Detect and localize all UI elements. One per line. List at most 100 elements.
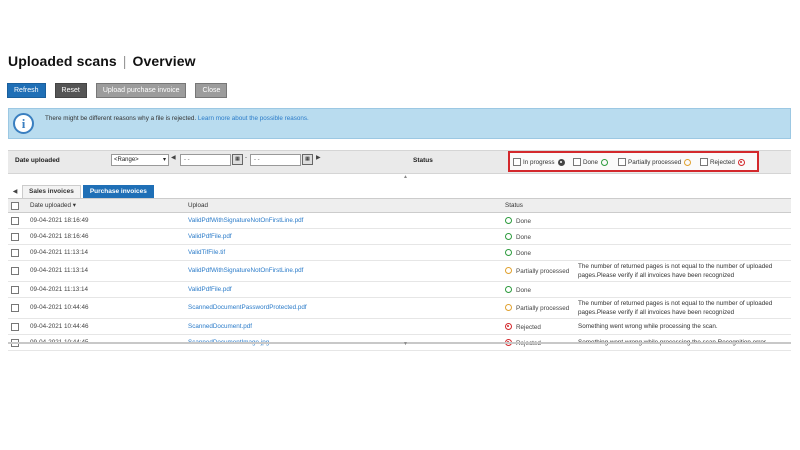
title-separator: |: [122, 53, 127, 69]
table-row[interactable]: 09-04-2021 11:13:14 ValidPdfWithSignature…: [8, 261, 791, 282]
info-text: There might be different reasons why a f…: [45, 115, 309, 122]
calendar-icon[interactable]: ▦: [232, 154, 243, 165]
table-row[interactable]: 09-04-2021 18:16:49 ValidPdfWithSignature…: [8, 213, 791, 229]
row-status-label: Done: [516, 286, 532, 294]
table-row[interactable]: 09-04-2021 18:16:46 ValidPdfFile.pdf Done: [8, 229, 791, 245]
range-select[interactable]: <Range> ▾: [111, 154, 169, 166]
checkbox[interactable]: [618, 158, 626, 166]
row-status: Done: [505, 248, 532, 257]
row-checkbox[interactable]: [11, 217, 19, 225]
row-file-link[interactable]: ValidPdfFile.pdf: [188, 286, 232, 293]
rejected-icon: [505, 322, 512, 330]
chevron-down-icon: ▾: [162, 157, 166, 163]
row-checkbox[interactable]: [11, 233, 19, 241]
next-period-icon[interactable]: ▶: [316, 154, 321, 161]
status-label: Status: [413, 157, 433, 164]
range-select-value: <Range>: [114, 157, 139, 163]
table-row[interactable]: 09-04-2021 11:13:14 ValidTifFile.tif Done: [8, 245, 791, 261]
status-filter-in-progress[interactable]: In progress: [513, 158, 565, 166]
row-status: Done: [505, 232, 532, 241]
table-row[interactable]: 09-04-2021 10:44:46 ScannedDocumentPasswo…: [8, 298, 791, 319]
row-checkbox[interactable]: [11, 267, 19, 275]
info-icon: i: [13, 113, 34, 134]
table-bottom-bar: [8, 342, 791, 344]
resize-handle-icon[interactable]: ▼: [403, 341, 408, 347]
row-checkbox[interactable]: [11, 323, 19, 331]
check-circle-icon: [505, 285, 512, 293]
date-range-dash: -: [245, 155, 247, 161]
checkbox[interactable]: [573, 158, 581, 166]
row-status: Rejected: [505, 322, 541, 331]
partial-check-icon: [505, 303, 512, 311]
row-message: Something went wrong while processing th…: [578, 323, 718, 330]
row-date: 09-04-2021 18:16:46: [30, 233, 89, 240]
row-checkbox[interactable]: [11, 304, 19, 312]
header-status[interactable]: Status: [505, 202, 523, 209]
status-filter-done[interactable]: Done: [573, 158, 609, 166]
check-circle-icon: [505, 232, 512, 240]
status-filter-partially-processed[interactable]: Partially processed: [618, 158, 692, 166]
select-all-checkbox[interactable]: [11, 202, 19, 210]
row-status-label: Partially processed: [516, 304, 570, 312]
previous-period-icon[interactable]: ◀: [171, 154, 176, 161]
row-status: Partially processed: [505, 266, 569, 275]
row-status-label: Rejected: [516, 323, 541, 331]
row-status-label: Done: [516, 249, 532, 257]
toolbar: Refresh Reset Upload purchase invoice Cl…: [7, 83, 228, 98]
learn-more-link[interactable]: Learn more about the possible reasons.: [198, 115, 309, 122]
reset-button[interactable]: Reset: [54, 83, 87, 98]
table-row[interactable]: 09-04-2021 11:13:14 ValidPdfFile.pdf Done: [8, 282, 791, 298]
close-button[interactable]: Close: [195, 83, 228, 98]
row-file-link[interactable]: ValidTifFile.tif: [188, 249, 225, 256]
row-file-link[interactable]: ScannedDocumentPasswordProtected.pdf: [188, 304, 307, 311]
page-title-sub: Overview: [132, 53, 196, 69]
check-circle-icon: [505, 216, 512, 224]
header-date-uploaded[interactable]: Date uploaded ▾: [30, 202, 76, 209]
check-circle-icon: [505, 248, 512, 256]
in-progress-icon: [557, 158, 565, 166]
row-status-label: Done: [516, 217, 532, 225]
in-progress-label: In progress: [523, 158, 555, 166]
info-message: There might be different reasons why a f…: [45, 115, 197, 122]
calendar-icon[interactable]: ▦: [302, 154, 313, 165]
tab-scroll-icon[interactable]: ◀: [8, 186, 22, 198]
upload-purchase-invoice-button[interactable]: Upload purchase invoice: [95, 83, 187, 98]
row-file-link[interactable]: ScannedDocument.pdf: [188, 323, 252, 330]
done-label: Done: [583, 158, 599, 166]
tab-sales-invoices[interactable]: Sales invoices: [22, 185, 81, 198]
rejected-label: Rejected: [710, 158, 735, 166]
row-checkbox[interactable]: [11, 286, 19, 294]
row-status: Done: [505, 285, 532, 294]
row-message: The number of returned pages is not equa…: [578, 263, 773, 279]
row-status: Done: [505, 216, 532, 225]
partial-check-icon: [505, 266, 512, 274]
checkbox[interactable]: [700, 158, 708, 166]
table-header: Date uploaded ▾ Upload Status: [8, 199, 791, 213]
row-date: 09-04-2021 11:13:14: [30, 267, 89, 274]
collapse-handle-icon[interactable]: ▲: [403, 174, 408, 180]
filter-bar: Date uploaded <Range> ▾ ◀ - - ▦ - - - ▦ …: [8, 150, 791, 174]
date-from-input[interactable]: - -: [180, 154, 231, 166]
header-upload[interactable]: Upload: [188, 202, 208, 209]
row-file-link[interactable]: ValidPdfWithSignatureNotOnFirstLine.pdf: [188, 267, 303, 274]
info-banner: i There might be different reasons why a…: [8, 108, 791, 139]
row-file-link[interactable]: ValidPdfWithSignatureNotOnFirstLine.pdf: [188, 217, 303, 224]
tab-purchase-invoices[interactable]: Purchase invoices: [82, 185, 154, 198]
row-date: 09-04-2021 11:13:14: [30, 286, 89, 293]
date-uploaded-label: Date uploaded: [15, 157, 60, 164]
partially-processed-label: Partially processed: [628, 158, 682, 166]
refresh-button[interactable]: Refresh: [7, 83, 46, 98]
page-title: Uploaded scans | Overview: [8, 53, 196, 69]
partial-check-icon: [684, 158, 692, 166]
checkbox[interactable]: [513, 158, 521, 166]
status-filter-rejected[interactable]: Rejected: [700, 158, 745, 166]
row-status-label: Done: [516, 233, 532, 241]
invoice-tabs: ◀ Sales invoices Purchase invoices: [8, 185, 156, 198]
table-row[interactable]: 09-04-2021 10:44:46 ScannedDocument.pdf Re…: [8, 319, 791, 335]
row-file-link[interactable]: ValidPdfFile.pdf: [188, 233, 232, 240]
row-message: The number of returned pages is not equa…: [578, 300, 773, 316]
row-checkbox[interactable]: [11, 249, 19, 257]
row-date: 09-04-2021 11:13:14: [30, 249, 89, 256]
status-filter-group: In progress Done Partially processed Rej…: [508, 151, 759, 172]
date-to-input[interactable]: - -: [250, 154, 301, 166]
